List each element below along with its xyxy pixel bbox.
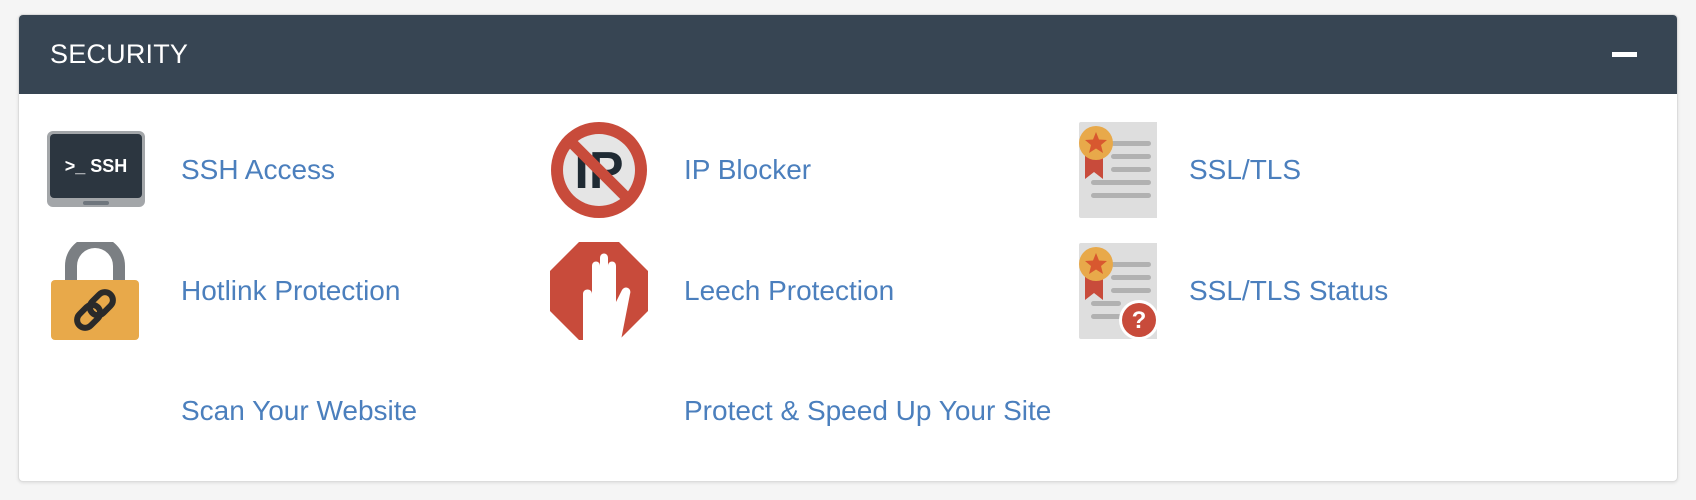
collapse-toggle-button[interactable] [1611, 41, 1638, 68]
question-icon-text: ? [1132, 307, 1147, 334]
hotlink-protection-label: Hotlink Protection [181, 275, 401, 306]
ip-blocker-icon: IP [550, 121, 648, 219]
ssh-terminal-icon: >_ SSH [47, 121, 145, 219]
stop-hand-icon [550, 242, 648, 340]
padlock-link-icon [47, 242, 145, 340]
section-title: SECURITY [50, 39, 189, 69]
minus-icon [1612, 52, 1637, 57]
security-panel: SECURITY >_ SSH SSH Access IP Blocker SS… [18, 14, 1678, 482]
ip-blocker-label: IP Blocker [684, 154, 812, 185]
panel-body: >_ SSH SSH Access IP IP Blocker [19, 94, 1677, 481]
panel-header[interactable]: SECURITY [19, 15, 1677, 94]
ssh-icon-text: >_ SSH [65, 156, 128, 176]
ssh-access-label: SSH Access [181, 154, 336, 185]
ssl-tls-status-label: SSL/TLS Status [1189, 275, 1389, 306]
scan-your-website-label: Scan Your Website [181, 395, 418, 426]
protect-speed-up-label: Protect & Speed Up Your Site [684, 395, 1052, 426]
leech-protection-label: Leech Protection [684, 275, 895, 306]
certificate-status-icon: ? [1059, 242, 1157, 340]
ssl-tls-label: SSL/TLS [1189, 154, 1302, 185]
certificate-icon [1059, 121, 1157, 219]
